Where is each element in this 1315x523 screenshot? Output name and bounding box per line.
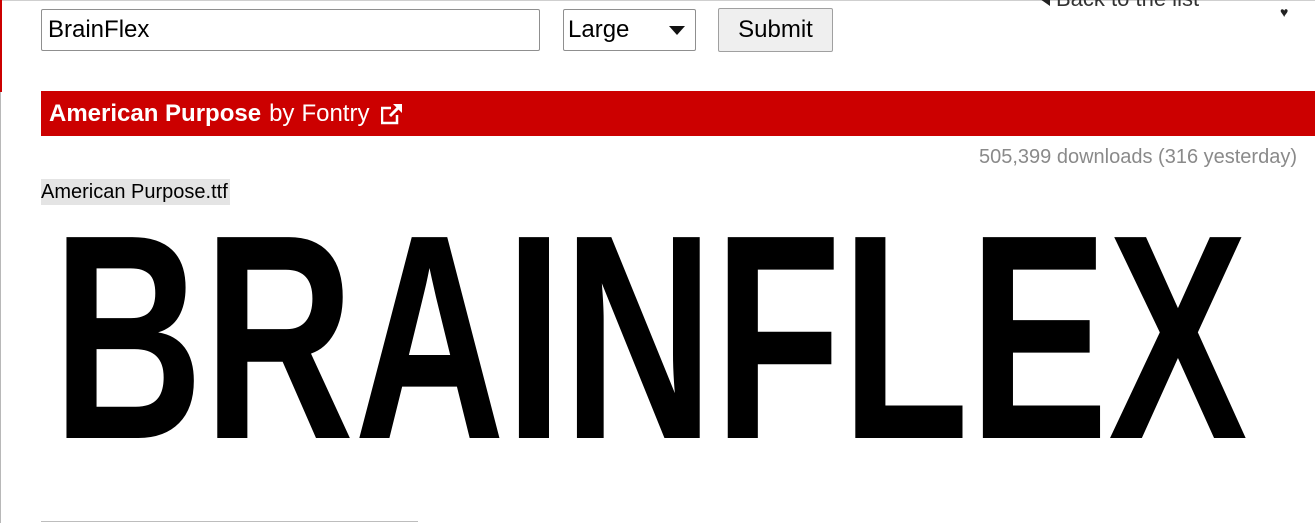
back-to-list-link[interactable]: Back to the list — [1040, 0, 1199, 12]
submit-button[interactable]: Submit — [718, 8, 833, 52]
preview-text-input[interactable] — [41, 9, 540, 51]
back-to-list-label: Back to the list — [1056, 0, 1199, 12]
page: Back to the list ♥ Large Submit American… — [0, 0, 1315, 523]
font-preview-image[interactable]: BRAINFLEX — [40, 210, 1260, 455]
font-title-bar: American Purpose by Fontry — [41, 91, 1315, 136]
font-name-link[interactable]: American Purpose — [49, 100, 261, 128]
font-preview-text: BRAINFLEX — [53, 210, 1249, 455]
bottom-divider — [41, 521, 418, 522]
left-accent-bar — [0, 0, 2, 92]
chevron-down-icon — [669, 26, 685, 35]
author-link[interactable]: Fontry — [301, 100, 369, 128]
by-label: by — [269, 99, 295, 127]
download-count: 505,399 downloads (316 yesterday) — [979, 146, 1297, 168]
heart-icon[interactable]: ♥ — [1280, 4, 1288, 20]
font-file-name: American Purpose.ttf — [41, 179, 230, 205]
left-divider — [0, 92, 1, 523]
size-select[interactable]: Large — [563, 9, 696, 51]
arrow-left-icon — [1040, 0, 1050, 6]
size-select-value: Large — [568, 16, 630, 43]
external-link-icon[interactable] — [381, 102, 404, 125]
